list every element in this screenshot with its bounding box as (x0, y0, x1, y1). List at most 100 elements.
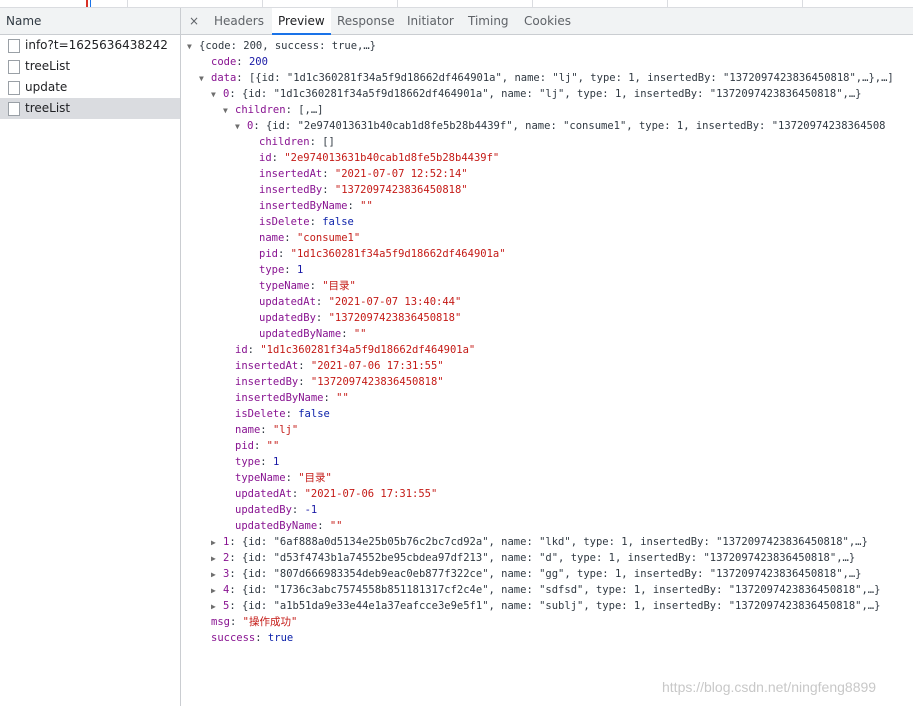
json-tree-row: updatedAt: "2021-07-06 17:31:55" (235, 486, 437, 502)
watermark: https://blog.csdn.net/ningfeng8899 (662, 679, 877, 695)
request-item[interactable]: treeList (0, 56, 180, 77)
request-item[interactable]: update (0, 77, 180, 98)
json-tree-row: typeName: "目录" (259, 278, 356, 294)
top-strip-cell (0, 0, 128, 7)
json-tree-row[interactable]: ▶ 1: {id: "6af888a0d5134e25b05b76c2bc7cd9… (211, 534, 868, 550)
json-value: : {id: "6af888a0d5134e25b05b76c2bc7cd92a… (229, 536, 868, 548)
json-tree-row[interactable]: ▶ 3: {id: "807d666983354deb9eac0eb877f322… (211, 566, 861, 582)
json-key: type (235, 456, 261, 468)
json-value: : {id: "807d666983354deb9eac0eb877f322ce… (229, 568, 862, 580)
expand-triangle-right-icon[interactable]: ▶ (211, 567, 223, 583)
json-value: : (255, 632, 268, 644)
json-tree-row[interactable]: ▼ data: [{id: "1d1c360281f34a5f9d18662df4… (199, 70, 894, 86)
json-value: "lj" (272, 424, 299, 436)
json-value: : (322, 168, 335, 180)
details-panel: × Headers Preview Response Initiator Tim… (181, 8, 913, 706)
document-icon (8, 39, 20, 53)
json-value: "1d1c360281f34a5f9d18662df464901a" (290, 248, 506, 260)
json-value: : (285, 408, 299, 420)
json-value: "" (329, 520, 343, 532)
expand-triangle-down-icon[interactable]: ▼ (199, 71, 211, 87)
expand-triangle-right-icon[interactable]: ▶ (211, 599, 223, 615)
json-value: : (291, 504, 305, 516)
json-key: name (259, 232, 285, 244)
json-tree-row: msg: "操作成功" (211, 614, 297, 630)
json-value: "" (353, 328, 367, 340)
top-strip-cell (533, 0, 668, 7)
expand-triangle-down-icon[interactable]: ▼ (223, 103, 235, 119)
document-icon (8, 81, 20, 95)
json-tree-row: updatedByName: "" (235, 518, 343, 534)
json-tree-row: id: "2e974013631b40cab1d8fe5b28b4439f" (259, 150, 499, 166)
expand-triangle-right-icon[interactable]: ▶ (211, 535, 223, 551)
expand-triangle-down-icon[interactable]: ▼ (235, 119, 247, 135)
json-value: : (236, 56, 249, 68)
json-tree-row: insertedByName: "" (259, 198, 373, 214)
json-value: "" (360, 200, 373, 212)
json-value: false (298, 408, 330, 420)
json-value: : {id: "d53f4743b1a74552be95cbdea97df213… (229, 552, 856, 564)
top-strip (0, 0, 913, 8)
request-item-selected[interactable]: treeList (0, 98, 180, 119)
timeline-marker-red (86, 0, 88, 7)
json-tree-row[interactable]: ▼ 0: {id: "2e974013631b40cab1d8fe5b28b443… (235, 118, 885, 134)
json-value: 1 (296, 264, 304, 276)
json-tree-row: name: "consume1" (259, 230, 360, 246)
json-tree-row: type: 1 (235, 454, 279, 470)
json-tree-row: updatedByName: "" (259, 326, 367, 342)
request-name: treeList (25, 101, 71, 115)
expand-triangle-right-icon[interactable]: ▶ (211, 551, 223, 567)
json-key: name (235, 424, 261, 436)
json-value: "目录" (322, 280, 356, 292)
json-tree-row: name: "lj" (235, 422, 298, 438)
json-tree-row: insertedAt: "2021-07-06 17:31:55" (235, 358, 444, 374)
json-tree-row: isDelete: false (235, 406, 330, 422)
json-value: : (271, 152, 285, 164)
json-key: isDelete (259, 216, 310, 228)
json-key: updatedAt (259, 296, 316, 308)
tab-preview[interactable]: Preview (272, 8, 331, 35)
json-tree-row[interactable]: ▶ 5: {id: "a1b51da9e33e44e1a37eafcce3e9e5… (211, 598, 880, 614)
timeline-marker-blue (90, 0, 91, 7)
expand-triangle-right-icon[interactable]: ▶ (211, 583, 223, 599)
tab-initiator[interactable]: Initiator (407, 8, 454, 34)
tab-headers[interactable]: Headers (214, 8, 264, 34)
json-value: "目录" (298, 472, 332, 484)
expand-triangle-down-icon[interactable]: ▼ (211, 87, 223, 103)
json-value: : (253, 440, 267, 452)
request-item[interactable]: info?t=1625636438242 (0, 35, 180, 56)
json-value: "2021-07-06 17:31:55" (304, 488, 438, 500)
name-column-header[interactable]: Name (0, 8, 180, 35)
json-key: updatedByName (259, 328, 342, 340)
json-key: insertedBy (235, 376, 299, 388)
json-value: : [] (309, 136, 335, 148)
json-tree-row: updatedBy: -1 (235, 502, 317, 518)
json-tree-row[interactable]: ▶ 2: {id: "d53f4743b1a74552be95cbdea97df2… (211, 550, 855, 566)
document-icon (8, 102, 20, 116)
json-tree-row: isDelete: false (259, 214, 354, 230)
json-key: id (259, 152, 272, 164)
json-value: "" (336, 392, 349, 404)
json-value: : {id: "a1b51da9e33e44e1a37eafcce3e9e5f1… (229, 600, 881, 612)
json-key: children (235, 104, 286, 116)
json-value: : (284, 232, 297, 244)
json-value: "consume1" (296, 232, 361, 244)
json-tree-row[interactable]: ▼ 0: {id: "1d1c360281f34a5f9d18662df46490… (211, 86, 861, 102)
tab-timing[interactable]: Timing (468, 8, 509, 34)
json-key: typeName (259, 280, 310, 292)
json-value: "2021-07-06 17:31:55" (310, 360, 444, 372)
json-tree-row[interactable]: ▶ 4: {id: "1736c3abc7574558b851181317cf2c… (211, 582, 880, 598)
json-tree-row: updatedAt: "2021-07-07 13:40:44" (259, 294, 461, 310)
expand-triangle-down-icon[interactable]: ▼ (187, 39, 199, 55)
json-tree-row[interactable]: ▼ children: [,…] (223, 102, 324, 118)
json-tree-row: children: [] (259, 134, 335, 150)
json-tree-row: insertedByName: "" (235, 390, 349, 406)
json-key: pid (259, 248, 278, 260)
json-tree-row[interactable]: ▼ {code: 200, success: true,…} (187, 38, 376, 54)
request-name: update (25, 80, 68, 94)
tab-cookies[interactable]: Cookies (524, 8, 571, 34)
tab-response[interactable]: Response (337, 8, 395, 34)
json-tree-row: updatedBy: "1372097423836450818" (259, 310, 461, 326)
close-icon[interactable]: × (189, 8, 199, 34)
json-value: true (267, 632, 294, 644)
